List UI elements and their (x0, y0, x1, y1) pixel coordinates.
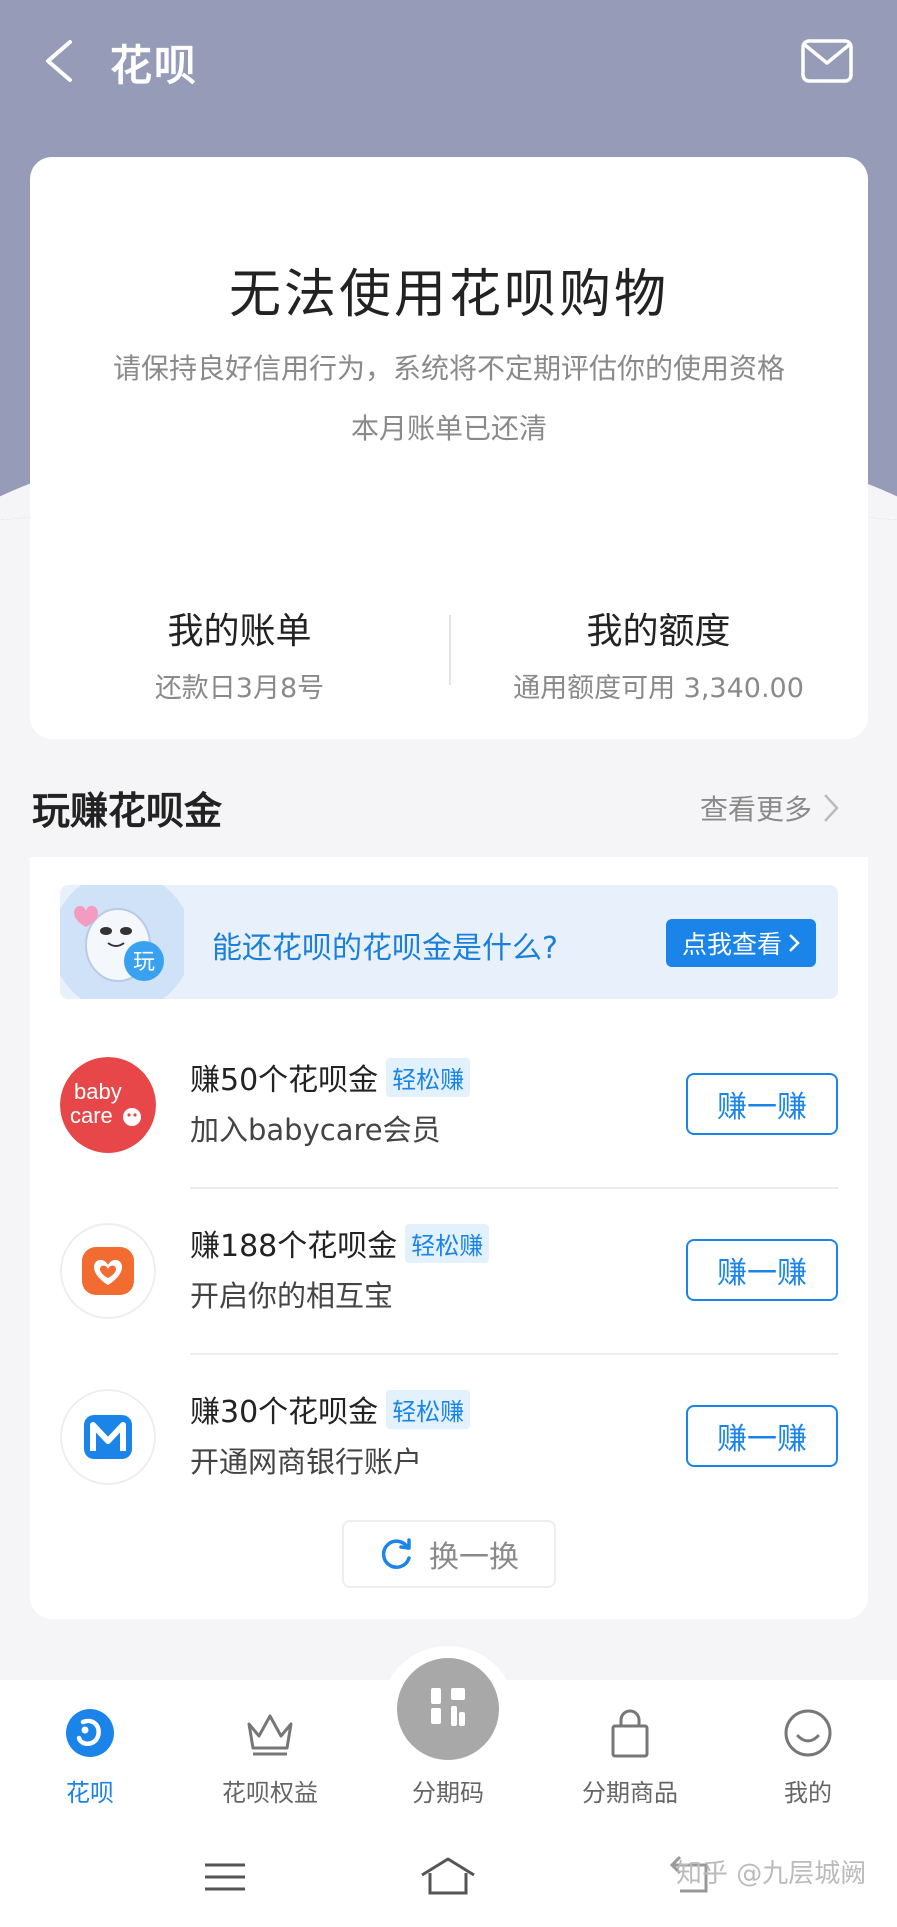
smiley-icon (784, 1709, 832, 1757)
mybank-logo-icon (60, 1389, 156, 1485)
easy-earn-tag: 轻松赚 (405, 1223, 490, 1263)
refresh-button[interactable]: 换一换 (342, 1520, 556, 1588)
nav-label: 分期码 (412, 1779, 484, 1807)
task-description: 开通网商银行账户 (190, 1445, 423, 1479)
easy-earn-tag: 轻松赚 (386, 1389, 471, 1429)
easy-earn-tag: 轻松赚 (386, 1057, 471, 1097)
back-arrow-icon[interactable] (40, 38, 80, 84)
nav-item-benefits[interactable]: 花呗权益 (200, 1680, 340, 1825)
my-bill-button[interactable]: 我的账单 还款日3月8号 (30, 602, 449, 705)
nav-item-huabei[interactable]: 花呗 (20, 1680, 160, 1825)
task-title: 赚30个花呗金 轻松赚 (190, 1387, 471, 1431)
my-limit-button[interactable]: 我的额度 通用额度可用 3,340.00 (449, 602, 868, 705)
task-item: 赚188个花呗金 轻松赚 开启你的相互宝 赚一赚 (30, 1201, 868, 1361)
earn-button[interactable]: 赚一赚 (686, 1073, 838, 1135)
earn-card: 玩 能还花呗的花呗金是什么? 点我查看 baby care 赚50个花呗金 轻松… (30, 857, 868, 1619)
task-title: 赚188个花呗金 轻松赚 (190, 1221, 490, 1265)
my-bill-label: 我的账单 (167, 611, 312, 652)
mail-icon[interactable] (800, 38, 854, 84)
earn-button[interactable]: 赚一赚 (686, 1405, 838, 1467)
nav-label: 花呗权益 (222, 1779, 318, 1807)
banner-view-button[interactable]: 点我查看 (666, 919, 816, 967)
my-limit-label: 我的额度 (586, 611, 731, 652)
watermark: 知乎 @九层城阙 (676, 1859, 867, 1889)
nav-label: 我的 (784, 1779, 832, 1807)
nav-item-mine[interactable]: 我的 (738, 1680, 878, 1825)
home-icon[interactable] (418, 1855, 478, 1899)
earn-button[interactable]: 赚一赚 (686, 1239, 838, 1301)
menu-icon[interactable] (195, 1855, 255, 1899)
my-limit-detail: 通用额度可用 3,340.00 (513, 673, 804, 704)
refresh-icon (381, 1538, 411, 1569)
refresh-label: 换一换 (429, 1540, 519, 1575)
see-more-label: 查看更多 (700, 793, 813, 826)
my-bill-detail: 还款日3月8号 (154, 673, 325, 704)
babycare-logo-text: baby (74, 1079, 122, 1104)
page-title: 花呗 (110, 41, 199, 90)
banner-text: 能还花呗的花呗金是什么? (212, 931, 558, 966)
status-description: 请保持良好信用行为，系统将不定期评估你的使用资格 (112, 352, 785, 385)
banner-button-label: 点我查看 (681, 930, 782, 959)
xianghubao-logo-icon (60, 1223, 156, 1319)
task-item: baby care 赚50个花呗金 轻松赚 加入babycare会员 赚一赚 (30, 1035, 868, 1195)
task-title: 赚50个花呗金 轻松赚 (190, 1055, 471, 1099)
divider (190, 1353, 838, 1355)
status-title: 无法使用花呗购物 (228, 265, 669, 325)
bill-status: 本月账单已还清 (350, 412, 547, 445)
huabei-icon (66, 1709, 114, 1757)
crown-icon (247, 1714, 293, 1756)
mascot-badge-text: 玩 (133, 950, 155, 975)
nav-label: 分期商品 (582, 1779, 678, 1807)
system-nav-bar: 知乎 @九层城阙 (0, 1825, 897, 1927)
nav-item-installment-goods[interactable]: 分期商品 (560, 1680, 700, 1825)
babycare-logo-text: care (70, 1103, 113, 1128)
shopping-bag-icon (611, 1709, 649, 1758)
task-description: 开启你的相互宝 (190, 1279, 394, 1313)
task-description: 加入babycare会员 (190, 1113, 441, 1147)
section-title: 玩赚花呗金 (32, 789, 223, 833)
task-item: 赚30个花呗金 轻松赚 开通网商银行账户 赚一赚 (30, 1367, 868, 1527)
status-card: 无法使用花呗购物 请保持良好信用行为，系统将不定期评估你的使用资格 本月账单已还… (30, 157, 868, 739)
divider (190, 1187, 838, 1189)
top-bar: 花呗 (0, 0, 897, 120)
nav-label: 花呗 (66, 1779, 114, 1807)
qr-code-icon (431, 1688, 465, 1726)
chevron-right-icon (789, 934, 800, 952)
task-title-text: 赚188个花呗金 (190, 1229, 398, 1264)
installment-code-button[interactable] (397, 1658, 499, 1760)
huabei-gold-banner[interactable]: 玩 能还花呗的花呗金是什么? 点我查看 (60, 885, 838, 999)
see-more-link[interactable]: 查看更多 (700, 788, 840, 828)
chevron-right-icon (824, 794, 839, 822)
babycare-logo-icon: baby care (60, 1057, 156, 1153)
mascot-icon: 玩 (60, 885, 184, 999)
task-title-text: 赚30个花呗金 (190, 1395, 379, 1430)
task-title-text: 赚50个花呗金 (190, 1063, 379, 1098)
